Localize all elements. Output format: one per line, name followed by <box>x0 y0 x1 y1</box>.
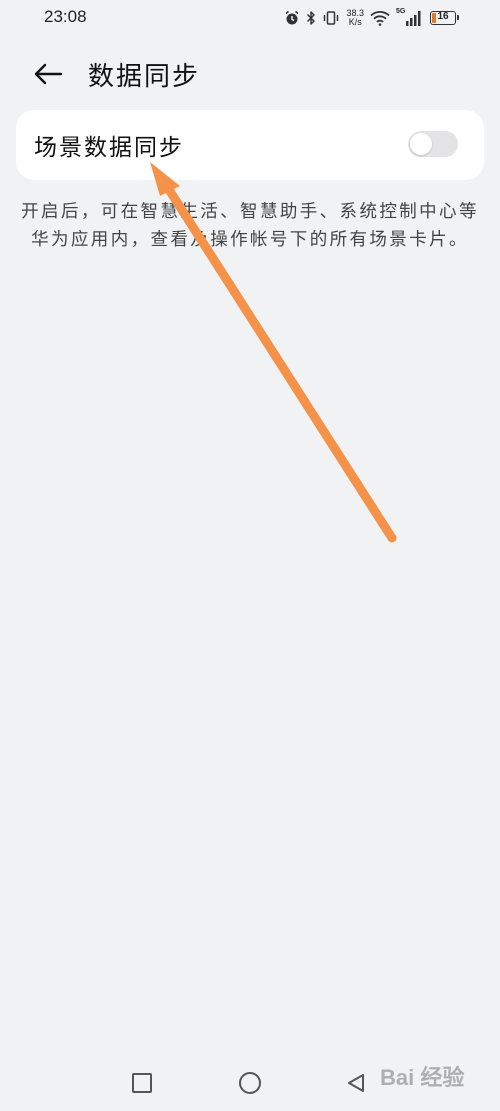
alarm-icon <box>285 10 299 25</box>
toggle-knob <box>410 133 432 155</box>
nav-back-button[interactable] <box>338 1065 374 1101</box>
status-bar: 23:08 38.3 K/s 5G 16 <box>0 0 500 36</box>
home-button[interactable] <box>232 1065 268 1101</box>
recents-square-icon <box>132 1073 152 1093</box>
status-icons: 38.3 K/s 5G 16 <box>284 6 459 30</box>
home-circle-icon <box>239 1072 261 1094</box>
back-button[interactable] <box>26 54 70 94</box>
net-speed-unit: K/s <box>348 17 362 27</box>
battery-level: 16 <box>437 11 449 22</box>
signal-icon: 5G <box>396 8 422 28</box>
status-time: 23:08 <box>44 7 87 26</box>
setting-label: 场景数据同步 <box>34 135 184 161</box>
arrow-left-icon <box>34 63 63 85</box>
net-speed: 38.3 K/s <box>346 9 364 27</box>
recents-button[interactable] <box>124 1065 160 1101</box>
back-triangle-icon <box>348 1074 364 1092</box>
setting-description: 开启后，可在智慧生活、智慧助手、系统控制中心等华为应用内，查看及操作帐号下的所有… <box>21 202 479 250</box>
watermark-text: Bai 经验 <box>380 1065 465 1090</box>
scene-sync-toggle[interactable] <box>408 131 458 157</box>
wifi-icon <box>370 11 390 26</box>
page-title: 数据同步 <box>88 62 201 92</box>
battery-icon: 16 <box>430 11 459 25</box>
signal-label: 5G <box>396 8 406 15</box>
watermark-logo: Bai 经验 <box>380 1060 464 1092</box>
vibrate-icon <box>324 11 339 25</box>
setting-card-scene-sync: 场景数据同步 <box>16 110 484 180</box>
bluetooth-icon <box>307 11 316 25</box>
